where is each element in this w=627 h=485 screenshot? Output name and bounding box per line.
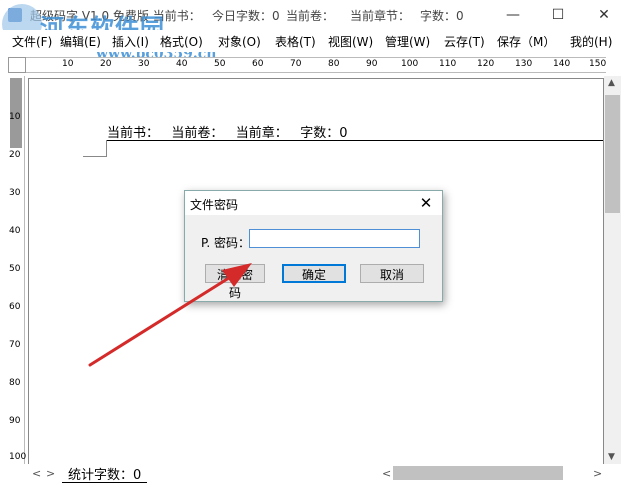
vruler-label: 20 (9, 150, 21, 160)
menu-file[interactable]: 文件(F) (12, 33, 52, 50)
ruler-label: 110 (439, 59, 457, 69)
hscroll-right-icon[interactable]: > (593, 467, 602, 480)
cancel-button[interactable]: 取消 (360, 264, 424, 283)
horizontal-ruler: 10 20 30 40 50 60 70 80 90 100 110 120 1… (26, 57, 606, 73)
horizontal-scrollbar-thumb[interactable] (393, 466, 563, 480)
ruler-label: 50 (214, 59, 226, 69)
ruler-label: 30 (138, 59, 150, 69)
margin-corner-mark (106, 140, 107, 157)
ruler-label: 60 (252, 59, 264, 69)
password-input[interactable] (249, 229, 420, 248)
scroll-left-icon[interactable]: < (32, 467, 41, 480)
menu-view[interactable]: 视图(W) (328, 33, 373, 50)
menu-object[interactable]: 对象(O) (218, 33, 261, 50)
vruler-label: 100 (9, 452, 27, 462)
vertical-scrollbar-thumb[interactable] (605, 95, 620, 213)
margin-corner-mark (83, 156, 107, 157)
current-chapter: 当前章节： (350, 9, 411, 23)
menu-mine[interactable]: 我的(H) (570, 33, 612, 50)
menu-insert[interactable]: 插入(I) (112, 33, 149, 50)
vruler-label: 50 (9, 264, 21, 274)
ruler-label: 80 (328, 59, 340, 69)
dialog-title-bar: 文件密码 ✕ (185, 191, 442, 215)
vruler-label: 70 (9, 340, 21, 350)
header-divider (107, 140, 603, 141)
menu-table[interactable]: 表格(T) (275, 33, 316, 50)
maximize-button[interactable]: ☐ (535, 0, 581, 30)
document-header-info: 当前书： 当前卷： 当前章： 字数：0 (107, 126, 348, 141)
menu-manage[interactable]: 管理(W) (385, 33, 430, 50)
ruler-label: 140 (553, 59, 571, 69)
password-label: P. 密码： (201, 236, 250, 250)
vruler-label: 40 (9, 226, 21, 236)
scroll-right-icon[interactable]: > (46, 467, 55, 480)
ruler-label: 20 (100, 59, 112, 69)
vruler-label: 30 (9, 188, 21, 198)
menu-edit[interactable]: 编辑(E) (60, 33, 101, 50)
word-count: 字数：0 (420, 9, 464, 23)
minimize-button[interactable]: — (490, 0, 536, 30)
menu-bar: 文件(F) 编辑(E) 插入(I) 格式(O) 对象(O) 表格(T) 视图(W… (0, 30, 627, 52)
close-button[interactable]: ✕ (581, 0, 627, 30)
vruler-label: 80 (9, 378, 21, 388)
vruler-label: 90 (9, 416, 21, 426)
ruler-label: 100 (401, 59, 419, 69)
current-volume: 当前卷： (286, 9, 335, 23)
menu-cloud[interactable]: 云存(T) (444, 33, 485, 50)
ruler-corner (8, 57, 26, 73)
ruler-label: 70 (290, 59, 302, 69)
menu-format[interactable]: 格式(O) (160, 33, 203, 50)
dialog-close-icon[interactable]: ✕ (415, 193, 437, 213)
menu-save[interactable]: 保存（M） (497, 33, 555, 50)
vruler-label: 60 (9, 302, 21, 312)
ruler-label: 90 (366, 59, 378, 69)
ruler-label: 120 (477, 59, 495, 69)
clear-password-button[interactable]: 清除密码 (205, 264, 265, 300)
word-count-status: 统计字数：0 (62, 464, 148, 483)
ruler-label: 130 (515, 59, 533, 69)
file-password-dialog: 文件密码 ✕ P. 密码： 清除密码 确定 取消 (184, 190, 443, 302)
ruler-label: 40 (176, 59, 188, 69)
vruler-label: 10 (9, 112, 21, 122)
ruler-label: 150 (589, 59, 606, 69)
dialog-title: 文件密码 (190, 198, 239, 212)
today-word-count: 今日字数：0 (212, 9, 280, 23)
scroll-down-icon[interactable]: ▼ (608, 452, 615, 462)
scroll-up-icon[interactable]: ▲ (608, 78, 615, 88)
hscroll-left-icon[interactable]: < (382, 467, 391, 480)
ruler-label: 10 (62, 59, 74, 69)
ok-button[interactable]: 确定 (282, 264, 346, 283)
